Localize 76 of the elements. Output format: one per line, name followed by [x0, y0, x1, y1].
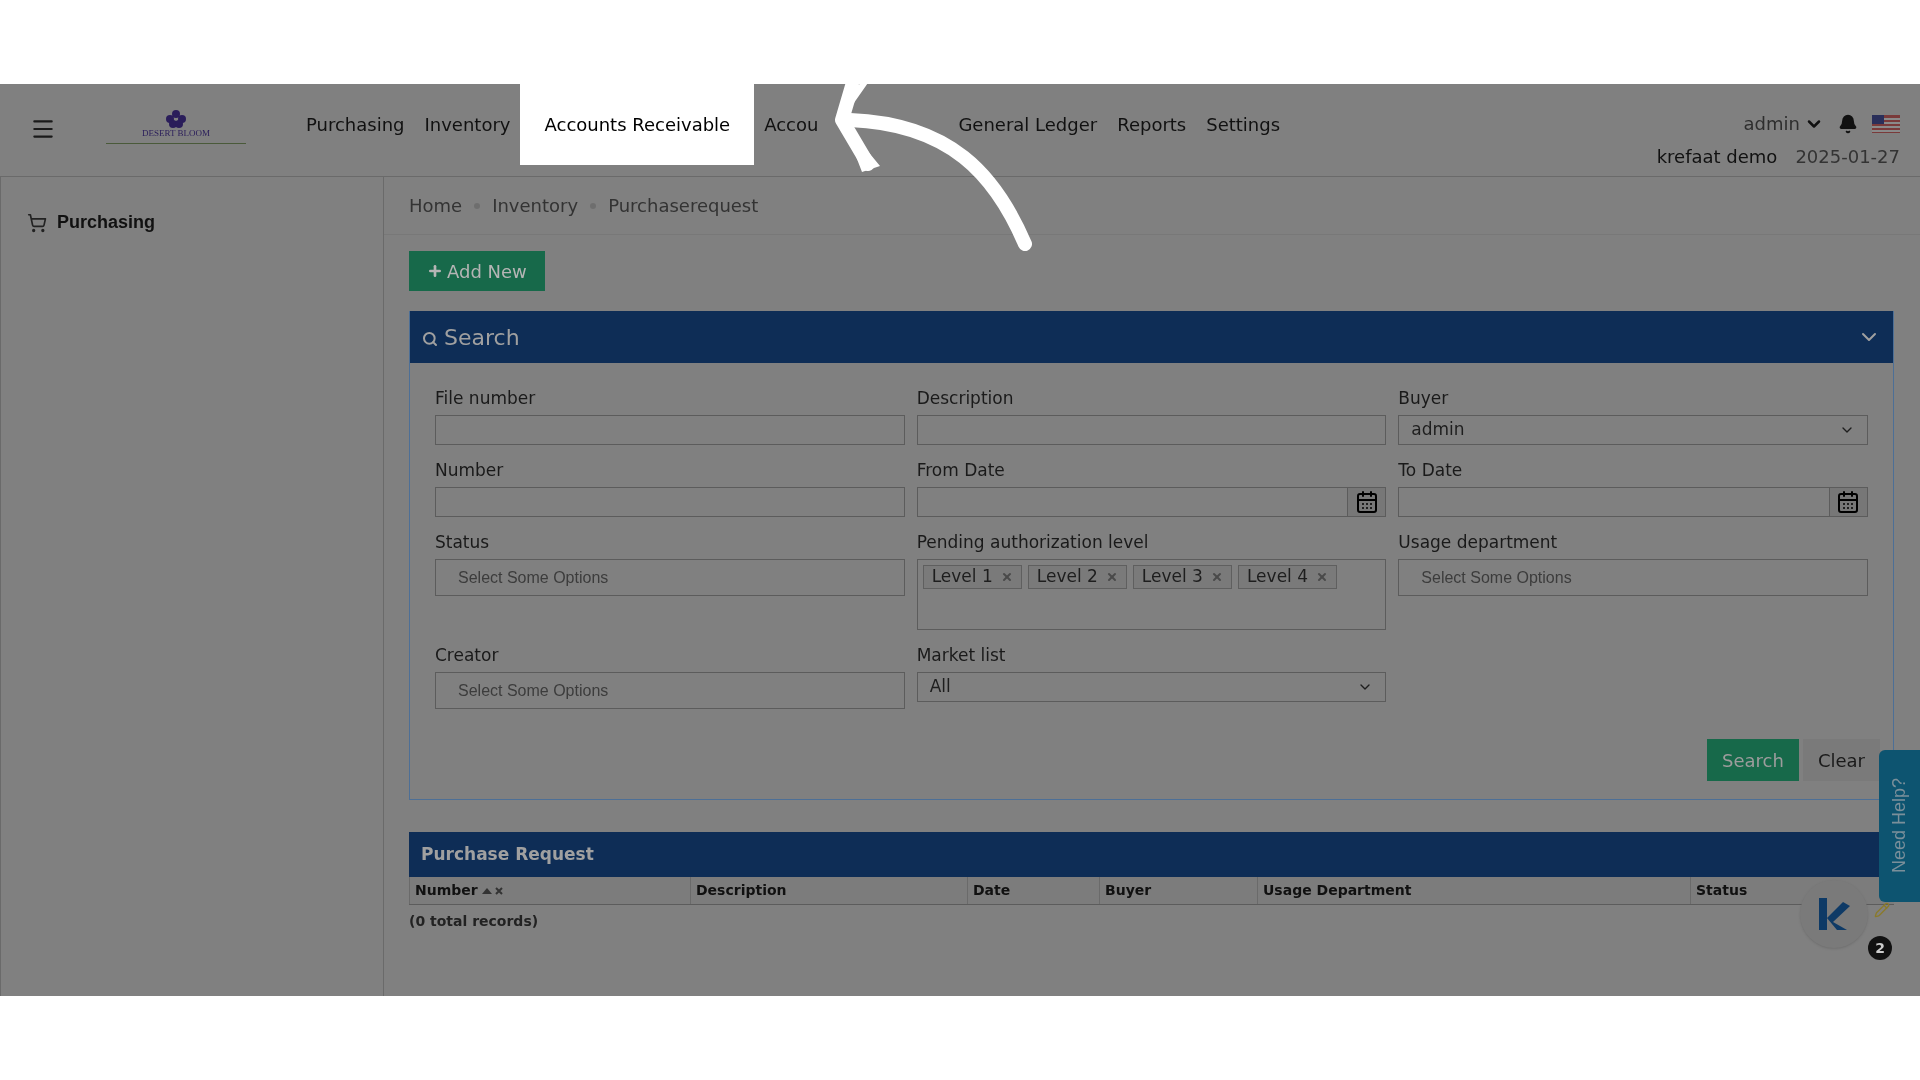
flag-icon[interactable] — [1872, 114, 1900, 133]
breadcrumb-link[interactable]: Purchaserequest — [608, 192, 759, 219]
calendar-icon — [1836, 490, 1861, 514]
header-date: 2025-01-27 — [1795, 145, 1900, 169]
notification-badge: 2 — [1868, 936, 1892, 960]
tag-label: Level 4 — [1246, 565, 1309, 589]
search-panel-header[interactable]: Search — [410, 311, 1893, 363]
help-tab[interactable]: Need Help? — [1879, 750, 1920, 902]
text-field[interactable] — [916, 415, 1387, 445]
remove-icon[interactable] — [1000, 571, 1013, 583]
field-label: To Date — [1398, 459, 1464, 481]
field-label: Number — [435, 459, 505, 481]
nav-link[interactable]: Accou — [754, 84, 829, 165]
multiselect-field[interactable]: Select Some Options — [1398, 559, 1868, 596]
column-header[interactable]: Description — [696, 880, 787, 901]
field-label: Usage department — [1398, 531, 1559, 553]
select-field[interactable]: admin — [1398, 415, 1868, 445]
column-header[interactable]: Status — [1696, 880, 1748, 901]
plus-icon — [427, 263, 443, 279]
cart-icon — [27, 212, 47, 233]
field-label: Description — [916, 387, 1015, 409]
select-field[interactable]: All — [916, 672, 1387, 702]
search-icon — [422, 331, 438, 347]
bell-icon[interactable] — [1838, 113, 1858, 134]
nav-link[interactable]: Purchasing — [296, 84, 415, 165]
logo-text: DESERT BLOOM — [141, 128, 211, 138]
field-label: From Date — [916, 459, 1006, 481]
field-label: Market list — [916, 644, 1007, 666]
calendar-icon — [1354, 490, 1379, 514]
user-menu[interactable]: admin — [1743, 110, 1824, 137]
field-label: Creator — [435, 644, 500, 666]
date-field[interactable] — [1398, 487, 1830, 517]
column-header[interactable]: Date — [973, 880, 1011, 901]
column-header[interactable]: Usage Department — [1263, 880, 1412, 901]
multiselect-field[interactable]: Select Some Options — [435, 559, 905, 596]
field-label: Pending authorization level — [916, 531, 1150, 553]
add-new-button[interactable]: Add New — [409, 251, 545, 291]
field-label: File number — [435, 387, 537, 409]
sidebar-item[interactable]: Purchasing — [27, 209, 357, 236]
flower-icon — [164, 110, 188, 128]
records-count: (0 total records) — [409, 913, 539, 929]
search-button[interactable]: Search — [1707, 739, 1799, 781]
remove-icon[interactable] — [1316, 571, 1329, 583]
tag-label: Level 3 — [1141, 565, 1203, 589]
calendar-button[interactable] — [1348, 487, 1387, 517]
pencil-icon[interactable] — [1874, 902, 1890, 918]
multiselect-field[interactable]: Select Some Options — [435, 672, 905, 709]
panel-title: Search — [444, 323, 520, 352]
column-header[interactable]: Number — [415, 880, 504, 901]
text-field[interactable] — [435, 415, 905, 445]
tags-field[interactable]: Level 1 Level 2 Level 3 Level 4 — [916, 559, 1387, 630]
nav-link[interactable]: Reports — [1107, 84, 1197, 165]
clear-button[interactable]: Clear — [1802, 739, 1880, 781]
table-title: Purchase Request — [421, 842, 594, 866]
nav-link[interactable]: Inventory — [414, 84, 521, 165]
k-logo-icon — [1817, 896, 1851, 932]
nav-link[interactable]: General Ledger — [948, 84, 1108, 165]
sort-icon — [481, 885, 504, 896]
column-header[interactable]: Buyer — [1105, 880, 1152, 901]
remove-icon[interactable] — [1105, 571, 1118, 583]
breadcrumb-link[interactable]: Home — [409, 192, 463, 219]
chat-avatar[interactable] — [1800, 880, 1868, 948]
nav-link[interactable]: Settings — [1196, 84, 1291, 165]
date-field[interactable] — [916, 487, 1349, 517]
sidebar-label: Purchasing — [57, 211, 156, 234]
calendar-button[interactable] — [1830, 487, 1868, 517]
company-name: krefaat demo — [1656, 145, 1778, 169]
text-field[interactable] — [435, 487, 905, 517]
remove-icon[interactable] — [1210, 571, 1223, 583]
tag-label: Level 2 — [1036, 565, 1098, 589]
tag-label: Level 1 — [931, 565, 993, 589]
field-label: Buyer — [1398, 387, 1450, 409]
nav-link[interactable]: Accounts Receivable — [520, 84, 755, 165]
logo[interactable]: DESERT BLOOM — [106, 110, 246, 144]
breadcrumb-link[interactable]: Inventory — [492, 192, 579, 219]
field-label: Status — [435, 531, 491, 553]
